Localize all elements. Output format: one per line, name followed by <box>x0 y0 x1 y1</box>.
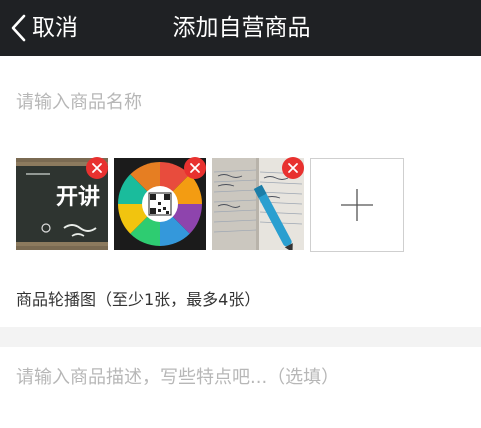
product-name-input[interactable] <box>16 84 466 120</box>
top-bar: 取消 添加自营商品 <box>0 0 481 56</box>
add-image-button[interactable] <box>310 158 404 252</box>
carousel-caption: 商品轮播图（至少1张，最多4张） <box>16 290 261 309</box>
close-icon <box>190 163 200 173</box>
delete-image-3-button[interactable] <box>282 157 304 179</box>
close-icon <box>92 163 102 173</box>
section-divider <box>0 327 481 347</box>
page-title: 添加自营商品 <box>172 15 311 41</box>
plus-icon <box>341 189 373 221</box>
delete-image-1-button[interactable] <box>86 157 108 179</box>
product-description-input[interactable] <box>16 360 471 420</box>
close-icon <box>288 163 298 173</box>
chalkboard-text: 开讲 <box>56 185 100 210</box>
delete-image-2-button[interactable] <box>184 157 206 179</box>
